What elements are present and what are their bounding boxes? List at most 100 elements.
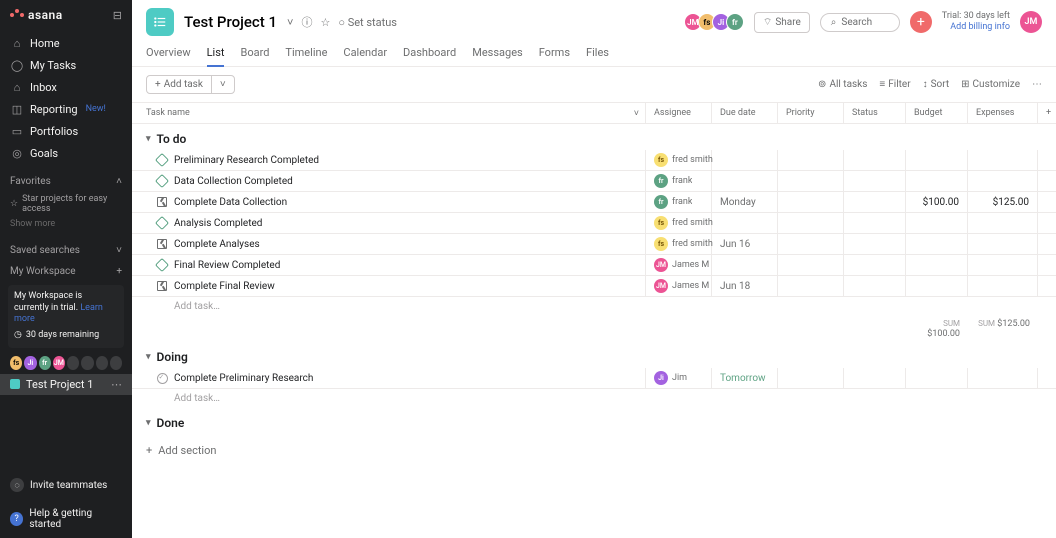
more-icon[interactable]: ⋯ [1032,79,1042,90]
collapse-sidebar-icon[interactable]: ⊟ [113,9,122,22]
chevron-down-icon[interactable]: ˅ [287,16,293,29]
expenses-cell[interactable]: $125.00 [968,192,1038,212]
trial-status[interactable]: Trial: 30 days left Add billing info [942,11,1010,33]
member-avatar[interactable]: fr [726,13,744,31]
due-date-cell[interactable]: Tomorrow [712,368,778,388]
sidebar-project[interactable]: Test Project 1 ⋯ [0,374,132,395]
status-cell[interactable] [844,255,906,275]
tab-calendar[interactable]: Calendar [343,42,387,66]
due-date-cell[interactable] [712,213,778,233]
column-priority[interactable]: Priority [778,103,844,123]
priority-cell[interactable] [778,368,844,388]
member-avatar[interactable]: fr [39,356,51,370]
status-cell[interactable] [844,171,906,191]
tab-messages[interactable]: Messages [472,42,522,66]
column-due-date[interactable]: Due date [712,103,778,123]
favorites-header[interactable]: Favorites ˄ [0,168,132,191]
status-cell[interactable] [844,368,906,388]
budget-cell[interactable] [906,150,968,170]
column-assignee[interactable]: Assignee [646,103,712,123]
add-billing-link[interactable]: Add billing info [942,22,1010,33]
add-task-button[interactable]: +Add task ˅ [146,75,235,94]
chevron-down-icon[interactable]: ˅ [634,108,639,119]
column-task-name[interactable]: Task name˅ [132,103,646,123]
member-avatar[interactable]: Ji [24,356,36,370]
status-indicator[interactable]: ○ Set status [338,16,397,29]
sidebar-item-my-tasks[interactable]: ◯My Tasks [0,54,132,76]
add-column-button[interactable]: + [1038,103,1056,123]
expenses-cell[interactable] [968,213,1038,233]
more-icon[interactable]: ⋯ [111,378,122,391]
sidebar-item-home[interactable]: ⌂Home [0,32,132,54]
expenses-cell[interactable] [968,150,1038,170]
column-expenses[interactable]: Expenses [968,103,1038,123]
expenses-cell[interactable] [968,234,1038,254]
tab-forms[interactable]: Forms [539,42,570,66]
expenses-cell[interactable] [968,171,1038,191]
customize-button[interactable]: ⊞ Customize [961,79,1020,90]
budget-cell[interactable]: $100.00 [906,192,968,212]
status-cell[interactable] [844,150,906,170]
add-task-dropdown[interactable]: ˅ [211,76,234,93]
priority-cell[interactable] [778,213,844,233]
budget-cell[interactable] [906,213,968,233]
priority-cell[interactable] [778,255,844,275]
expenses-cell[interactable] [968,276,1038,296]
status-cell[interactable] [844,234,906,254]
tab-overview[interactable]: Overview [146,42,191,66]
column-budget[interactable]: Budget [906,103,968,123]
saved-searches-header[interactable]: Saved searches ˅ [0,237,132,260]
task-row[interactable]: Data Collection Completed frfrank [132,171,1056,192]
member-avatar[interactable]: fs [10,356,22,370]
due-date-cell[interactable] [712,171,778,191]
assignee-cell[interactable]: fsfred smith [646,213,712,233]
sidebar-item-reporting[interactable]: ◫ReportingNew! [0,98,132,120]
budget-cell[interactable] [906,276,968,296]
task-row[interactable]: Complete Data Collection frfrank Monday … [132,192,1056,213]
share-button[interactable]: ⌔ Share [754,12,810,33]
due-date-cell[interactable]: Jun 16 [712,234,778,254]
due-date-cell[interactable] [712,255,778,275]
priority-cell[interactable] [778,192,844,212]
assignee-cell[interactable]: JiJim [646,368,712,388]
expenses-cell[interactable] [968,368,1038,388]
task-row[interactable]: Complete Final Review JMJames M Jun 18 [132,276,1056,297]
add-task-row[interactable]: Add task… [132,297,1056,316]
project-members[interactable]: JMfsJifr [688,13,744,31]
asana-logo[interactable]: asana [10,8,63,22]
sidebar-item-inbox[interactable]: ⌂Inbox [0,76,132,98]
priority-cell[interactable] [778,276,844,296]
task-row[interactable]: Final Review Completed JMJames M [132,255,1056,276]
tab-board[interactable]: Board [240,42,269,66]
info-icon[interactable]: ⓘ [301,14,312,30]
invite-teammates[interactable]: ◌ Invite teammates [0,470,132,500]
add-section-button[interactable]: +Add section [132,434,1056,467]
status-cell[interactable] [844,276,906,296]
member-avatar[interactable]: JM [53,356,65,370]
plus-icon[interactable]: + [116,266,122,277]
assignee-cell[interactable]: frfrank [646,192,712,212]
tab-dashboard[interactable]: Dashboard [403,42,456,66]
section-header[interactable]: ▾To do [132,124,1056,150]
assignee-cell[interactable]: fsfred smith [646,234,712,254]
priority-cell[interactable] [778,234,844,254]
add-task-row[interactable]: Add task… [132,389,1056,408]
sidebar-item-portfolios[interactable]: ▭Portfolios [0,120,132,142]
assignee-cell[interactable]: JMJames M [646,255,712,275]
all-tasks-filter[interactable]: ⊚ All tasks [818,79,867,90]
page-title[interactable]: Test Project 1 [184,13,277,31]
workspace-header[interactable]: My Workspace + [0,260,132,281]
task-row[interactable]: Complete Analyses fsfred smith Jun 16 [132,234,1056,255]
due-date-cell[interactable] [712,150,778,170]
due-date-cell[interactable]: Jun 18 [712,276,778,296]
expenses-cell[interactable] [968,255,1038,275]
search-input[interactable]: ⌕ Search [820,13,900,32]
task-row[interactable]: Complete Preliminary Research JiJim Tomo… [132,368,1056,389]
global-add-button[interactable]: + [910,11,932,33]
priority-cell[interactable] [778,171,844,191]
budget-cell[interactable] [906,255,968,275]
status-cell[interactable] [844,213,906,233]
assignee-cell[interactable]: fsfred smith [646,150,712,170]
sort-button[interactable]: ↕ Sort [923,79,950,90]
filter-button[interactable]: ≡ Filter [879,79,910,90]
